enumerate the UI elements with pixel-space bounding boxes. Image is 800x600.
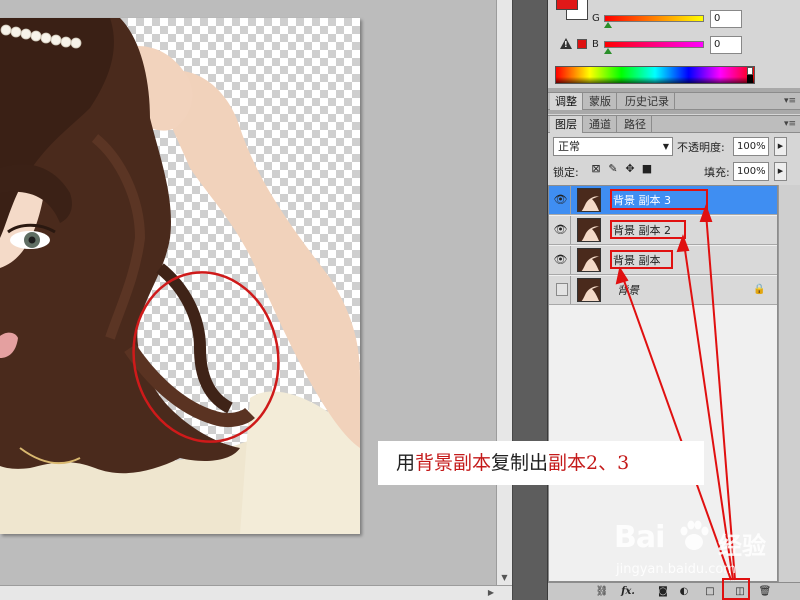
tab-history[interactable]: 历史记录 (620, 93, 675, 110)
tab-adjustments[interactable]: 调整 (550, 93, 583, 110)
visibility-toggle[interactable] (551, 276, 571, 304)
layer-row-background-copy-3[interactable]: 👁 背景 副本 3 (549, 186, 777, 215)
layer-thumbnail (577, 188, 601, 212)
annotation-caption: 用背景副本复制出副本2、3 (378, 441, 704, 485)
foreground-color-swatch[interactable] (556, 0, 578, 10)
blend-mode-value: 正常 (558, 140, 580, 153)
layer-lock-icon: 🔒 (753, 284, 766, 295)
blue-value-field[interactable]: 0 (710, 36, 742, 54)
channel-label: B (592, 39, 599, 50)
slider-handle-icon[interactable] (604, 48, 612, 54)
caption-text-4: 副本2、3 (548, 452, 630, 474)
tab-masks[interactable]: 蒙版 (584, 93, 617, 110)
trash-icon[interactable]: 🗑 (757, 584, 773, 600)
color-panel: G 0 B 0 (548, 0, 800, 88)
adjustment-icon[interactable]: ◐ (676, 584, 692, 600)
vertical-scrollbar[interactable]: ▼ (496, 0, 512, 585)
eye-icon[interactable]: 👁 (551, 246, 571, 274)
layers-footer: ⛓ fx. ◙ ◐ □ ◫ 🗑 (548, 582, 800, 600)
layers-scrollbar[interactable] (778, 185, 800, 582)
layer-thumbnail (577, 218, 601, 242)
channel-label: G (592, 13, 600, 24)
layer-row-background-copy[interactable]: 👁 背景 副本 (549, 246, 777, 275)
caption-text-2: 背景副本 (415, 452, 492, 474)
horizontal-scrollbar[interactable]: ▶ (0, 585, 512, 600)
group-icon[interactable]: □ (702, 584, 718, 600)
tab-layers[interactable]: 图层 (550, 116, 583, 133)
lock-all-icon[interactable]: ■ (641, 163, 653, 175)
tab-paths[interactable]: 路径 (619, 116, 652, 133)
layer-thumbnail (577, 278, 601, 302)
opacity-label: 不透明度: (677, 141, 725, 154)
canvas-area[interactable]: ▼ ▶ (0, 0, 512, 600)
eye-icon[interactable]: 👁 (551, 216, 571, 244)
baidu-watermark: Bai 经验 jingyan.baidu.com (614, 514, 774, 584)
mask-icon[interactable]: ◙ (655, 584, 671, 600)
layers-tab-bar: 图层 通道 路径 ▾≡ (548, 115, 800, 133)
gamut-color-swatch[interactable] (577, 39, 587, 49)
photo-image (0, 18, 360, 534)
fill-label: 填充: (704, 166, 730, 179)
white-swatch[interactable] (747, 67, 753, 75)
hidden-eye-icon (556, 283, 568, 296)
layer-row-background[interactable]: 背景 🔒 (549, 276, 777, 305)
layer-row-background-copy-2[interactable]: 👁 背景 副本 2 (549, 216, 777, 245)
link-icon[interactable]: ⛓ (594, 584, 610, 600)
green-channel-row: G 0 (548, 10, 800, 32)
panel-dock-divider (512, 0, 548, 600)
panel-menu-icon[interactable]: ▾≡ (784, 93, 796, 110)
fx-icon[interactable]: fx. (620, 584, 636, 600)
scroll-right-arrow-icon[interactable]: ▶ (484, 586, 498, 600)
panel-menu-icon[interactable]: ▾≡ (784, 116, 796, 133)
adjustments-tab-bar: 调整 蒙版 历史记录 ▾≡ (548, 92, 800, 110)
paw-icon (680, 520, 709, 550)
color-spectrum-bar[interactable] (555, 66, 755, 84)
fill-arrow-icon[interactable]: ▶ (774, 162, 787, 181)
chevron-down-icon: ▼ (662, 142, 669, 151)
black-swatch[interactable] (747, 75, 753, 83)
watermark-url: jingyan.baidu.com (616, 562, 736, 577)
gamut-warning-icon[interactable] (560, 38, 572, 49)
caption-text-1: 用 (396, 452, 416, 474)
eye-icon[interactable]: 👁 (551, 186, 571, 214)
document-canvas[interactable] (0, 18, 360, 534)
caption-text-3: 复制出 (491, 452, 549, 474)
blue-channel-row: B 0 (548, 36, 800, 58)
panels-dock: G 0 B 0 调整 蒙版 历史记录 ▾≡ 图层 通道 路径 ▾≡ (548, 0, 800, 600)
layer-name[interactable]: 背景 (617, 282, 639, 298)
green-slider[interactable] (604, 15, 704, 22)
lock-label: 锁定: (553, 166, 579, 179)
green-value-field[interactable]: 0 (710, 10, 742, 28)
tab-channels[interactable]: 通道 (584, 116, 617, 133)
fill-field[interactable]: 100% (733, 162, 769, 181)
opacity-arrow-icon[interactable]: ▶ (774, 137, 787, 156)
layer-thumbnail (577, 248, 601, 272)
annotation-box (610, 250, 673, 269)
lock-position-icon[interactable]: ✥ (624, 163, 636, 175)
watermark-suffix: 经验 (718, 532, 766, 560)
annotation-box (610, 220, 686, 239)
opacity-field[interactable]: 100% (733, 137, 769, 156)
new-layer-icon[interactable]: ◫ (732, 584, 748, 600)
panel-separator (548, 110, 800, 114)
lock-image-icon[interactable]: ✎ (607, 163, 619, 175)
slider-handle-icon[interactable] (604, 22, 612, 28)
watermark-logo: Bai (614, 520, 665, 555)
blue-slider[interactable] (604, 41, 704, 48)
lock-transparent-icon[interactable]: ⊠ (590, 163, 602, 175)
layers-controls: 正常 ▼ 不透明度: 100% ▶ 锁定: ⊠ ✎ ✥ ■ 填充: 100% ▶ (548, 133, 800, 185)
annotation-box (610, 189, 708, 210)
scroll-down-arrow-icon[interactable]: ▼ (497, 571, 512, 585)
blend-mode-select[interactable]: 正常 ▼ (553, 137, 673, 156)
